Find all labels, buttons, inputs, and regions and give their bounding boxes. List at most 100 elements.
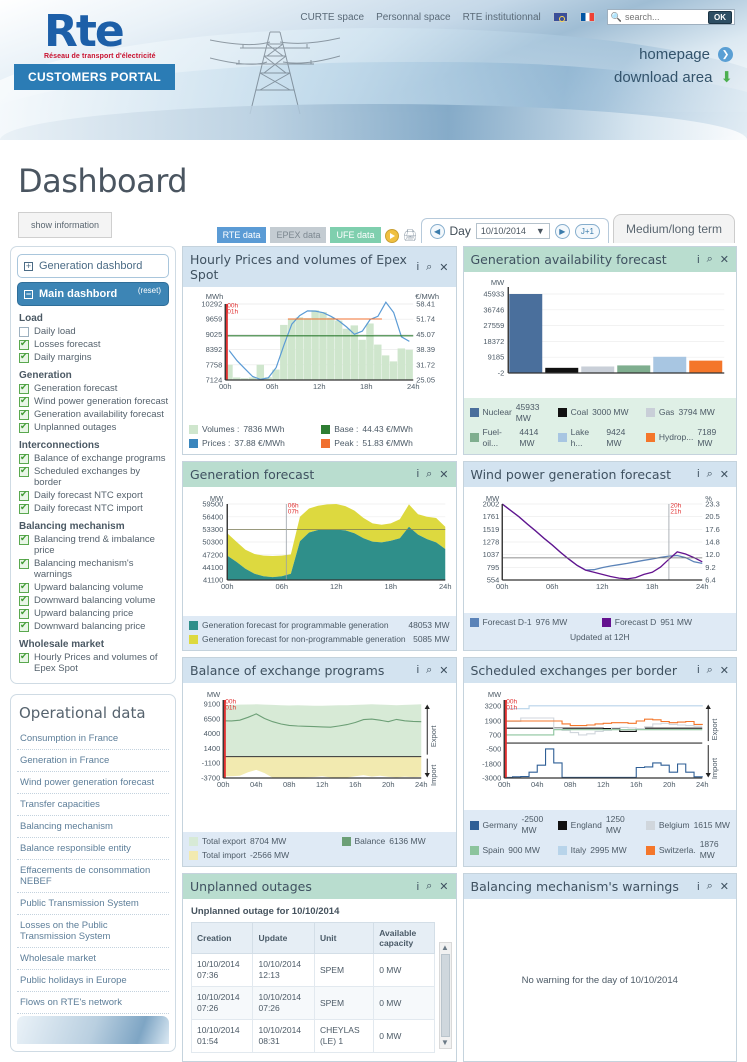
chip-rte-data[interactable]: RTE data bbox=[216, 227, 267, 243]
table-row[interactable]: 10/10/2014 01:54 10/10/2014 08:31 CHEYLAS … bbox=[190, 1019, 435, 1054]
nav-personnal-space[interactable]: Personnal space bbox=[376, 12, 451, 23]
chip-ufe-data[interactable]: UFE data bbox=[330, 227, 381, 243]
print-icon[interactable]: 🖨 bbox=[403, 229, 418, 243]
day-tab[interactable]: ◀ Day 10/10/2014 ▼ ▶ J+1 bbox=[420, 218, 609, 243]
zoom-icon[interactable]: ⌕ bbox=[707, 880, 713, 893]
close-icon[interactable]: ✕ bbox=[439, 880, 448, 893]
info-icon[interactable]: i bbox=[417, 468, 419, 480]
sidebar-checkbox-downward-balancing-volume[interactable]: Downward balancing volume bbox=[19, 594, 169, 606]
operational-item-consumption-in-france[interactable]: Consumption in France bbox=[17, 728, 169, 750]
checkbox-icon[interactable] bbox=[19, 408, 29, 420]
checkbox-icon[interactable] bbox=[19, 395, 29, 407]
nav-rte-institutionnal[interactable]: RTE institutionnal bbox=[463, 12, 541, 23]
checkbox-icon[interactable] bbox=[19, 338, 29, 350]
info-icon[interactable]: i bbox=[697, 881, 699, 893]
checkbox-icon[interactable] bbox=[19, 452, 29, 464]
tab-medium-long-term[interactable]: Medium/long term bbox=[612, 214, 735, 243]
close-icon[interactable]: ✕ bbox=[439, 664, 448, 677]
chip-epex-data[interactable]: EPEX data bbox=[270, 227, 327, 243]
checkbox-icon[interactable] bbox=[19, 557, 29, 569]
fr-flag-icon[interactable] bbox=[579, 12, 595, 22]
sidebar-checkbox-daily-forecast-ntc-export[interactable]: Daily forecast NTC export bbox=[19, 489, 169, 501]
checkbox-icon[interactable] bbox=[19, 581, 29, 593]
operational-item-wholesale-market[interactable]: Wholesale market bbox=[17, 948, 169, 970]
sidebar-checkbox-upward-balancing-volume[interactable]: Upward balancing volume bbox=[19, 581, 169, 593]
info-icon[interactable]: i bbox=[697, 664, 699, 676]
nav-curte-space[interactable]: CURTE space bbox=[300, 12, 364, 23]
homepage-link[interactable]: homepage ❯ bbox=[614, 46, 733, 63]
operational-item-generation-in-france[interactable]: Generation in France bbox=[17, 750, 169, 772]
customers-portal-tab[interactable]: CUSTOMERS PORTAL bbox=[14, 64, 176, 90]
checkbox-icon[interactable] bbox=[19, 489, 29, 501]
rte-logo[interactable]: Rte Réseau de transport d'électricité bbox=[44, 10, 156, 61]
sidebar-checkbox-unplanned-outages[interactable]: Unplanned outages bbox=[19, 421, 169, 433]
info-icon[interactable]: i bbox=[697, 468, 699, 480]
operational-item-balance-responsible-entity[interactable]: Balance responsible entity bbox=[17, 838, 169, 860]
close-icon[interactable]: ✕ bbox=[439, 261, 448, 274]
table-row[interactable]: 10/10/2014 07:36 10/10/2014 12:13 SPEM 0 MW bbox=[190, 953, 435, 988]
zoom-icon[interactable]: ⌕ bbox=[707, 253, 713, 266]
operational-item-wind-power-generation-forecast[interactable]: Wind power generation forecast bbox=[17, 772, 169, 794]
reset-link[interactable]: (reset) bbox=[138, 286, 161, 295]
zoom-icon[interactable]: ⌕ bbox=[426, 261, 432, 274]
sidebar-item-generation-dashboard[interactable]: + Generation dashbord bbox=[17, 254, 169, 278]
operational-item-public-transmission-system[interactable]: Public Transmission System bbox=[17, 893, 169, 915]
checkbox-icon[interactable] bbox=[19, 382, 29, 394]
search-ok-button[interactable]: OK bbox=[708, 10, 732, 24]
sidebar-checkbox-generation-forecast[interactable]: Generation forecast bbox=[19, 382, 169, 394]
checkbox-icon[interactable] bbox=[19, 351, 29, 363]
sidebar-checkbox-daily-margins[interactable]: Daily margins bbox=[19, 351, 169, 363]
eu-flag-icon[interactable] bbox=[552, 12, 568, 22]
close-icon[interactable]: ✕ bbox=[720, 253, 729, 266]
sidebar-checkbox-balance-of-exchange-programs[interactable]: Balance of exchange programs bbox=[19, 452, 169, 464]
scrollbar-thumb[interactable] bbox=[440, 954, 450, 1038]
download-area-link[interactable]: download area ⬇ bbox=[614, 69, 733, 86]
info-icon[interactable]: i bbox=[417, 881, 419, 893]
info-icon[interactable]: i bbox=[417, 261, 419, 273]
operational-item-transfer-capacities[interactable]: Transfer capacities bbox=[17, 794, 169, 816]
checkbox-icon[interactable] bbox=[19, 620, 29, 632]
checkbox-icon[interactable] bbox=[19, 421, 29, 433]
scroll-up-icon[interactable]: ▲ bbox=[441, 943, 449, 953]
checkbox-icon[interactable] bbox=[19, 533, 29, 545]
close-icon[interactable]: ✕ bbox=[720, 664, 729, 677]
scroll-down-icon[interactable]: ▼ bbox=[441, 1038, 449, 1048]
close-icon[interactable]: ✕ bbox=[720, 880, 729, 893]
date-select[interactable]: 10/10/2014 ▼ bbox=[475, 223, 550, 239]
zoom-icon[interactable]: ⌕ bbox=[426, 664, 432, 677]
sidebar-checkbox-generation-availability-forecast[interactable]: Generation availability forecast bbox=[19, 408, 169, 420]
operational-item-effacements-de-consommation-nebef[interactable]: Effacements de consommation NEBEF bbox=[17, 860, 169, 893]
close-icon[interactable]: ✕ bbox=[439, 468, 448, 481]
checkbox-icon[interactable] bbox=[19, 607, 29, 619]
checkbox-icon[interactable] bbox=[19, 594, 29, 606]
table-row[interactable]: 10/10/2014 07:26 10/10/2014 07:26 SPEM 0 MW bbox=[190, 986, 435, 1021]
info-icon[interactable]: i bbox=[417, 664, 419, 676]
jplus1-button[interactable]: J+1 bbox=[574, 223, 600, 239]
checkbox-icon[interactable] bbox=[19, 651, 29, 663]
sidebar-checkbox-wind-power-generation-forecast[interactable]: Wind power generation forecast bbox=[19, 395, 169, 407]
zoom-icon[interactable]: ⌕ bbox=[707, 468, 713, 481]
next-day-button[interactable]: ▶ bbox=[554, 223, 570, 239]
sidebar-checkbox-downward-balancing-price[interactable]: Downward balancing price bbox=[19, 620, 169, 632]
sidebar-checkbox-balancing-trend-imbalance-price[interactable]: Balancing trend & imbalance price bbox=[19, 533, 169, 556]
checkbox-icon[interactable] bbox=[19, 502, 29, 514]
show-information-button[interactable]: show information bbox=[18, 212, 113, 238]
checkbox-icon[interactable] bbox=[19, 465, 29, 477]
zoom-icon[interactable]: ⌕ bbox=[707, 664, 713, 677]
previous-day-button[interactable]: ◀ bbox=[429, 223, 445, 239]
sidebar-checkbox-losses-forecast[interactable]: Losses forecast bbox=[19, 338, 169, 350]
search-box[interactable]: 🔍 OK bbox=[606, 9, 735, 25]
sidebar-checkbox-hourly-prices-and-volumes-of-epex-spot[interactable]: Hourly Prices and volumes of Epex Spot bbox=[19, 651, 169, 674]
sidebar-item-main-dashboard[interactable]: − Main dashbord (reset) bbox=[17, 282, 169, 306]
checkbox-icon[interactable] bbox=[19, 327, 29, 337]
close-icon[interactable]: ✕ bbox=[720, 468, 729, 481]
info-icon[interactable]: i bbox=[697, 254, 699, 266]
zoom-icon[interactable]: ⌕ bbox=[426, 880, 432, 893]
search-input[interactable] bbox=[625, 12, 705, 22]
operational-item-flows-on-rte-s-network[interactable]: Flows on RTE's network bbox=[17, 992, 169, 1014]
sidebar-checkbox-balancing-mechanism-s-warnings[interactable]: Balancing mechanism's warnings bbox=[19, 557, 169, 580]
sidebar-checkbox-daily-forecast-ntc-import[interactable]: Daily forecast NTC import bbox=[19, 502, 169, 514]
sidebar-checkbox-daily-load[interactable]: Daily load bbox=[19, 326, 169, 337]
table-scrollbar[interactable]: ▲ ▼ bbox=[438, 942, 452, 1050]
sidebar-checkbox-upward-balancing-price[interactable]: Upward balancing price bbox=[19, 607, 169, 619]
